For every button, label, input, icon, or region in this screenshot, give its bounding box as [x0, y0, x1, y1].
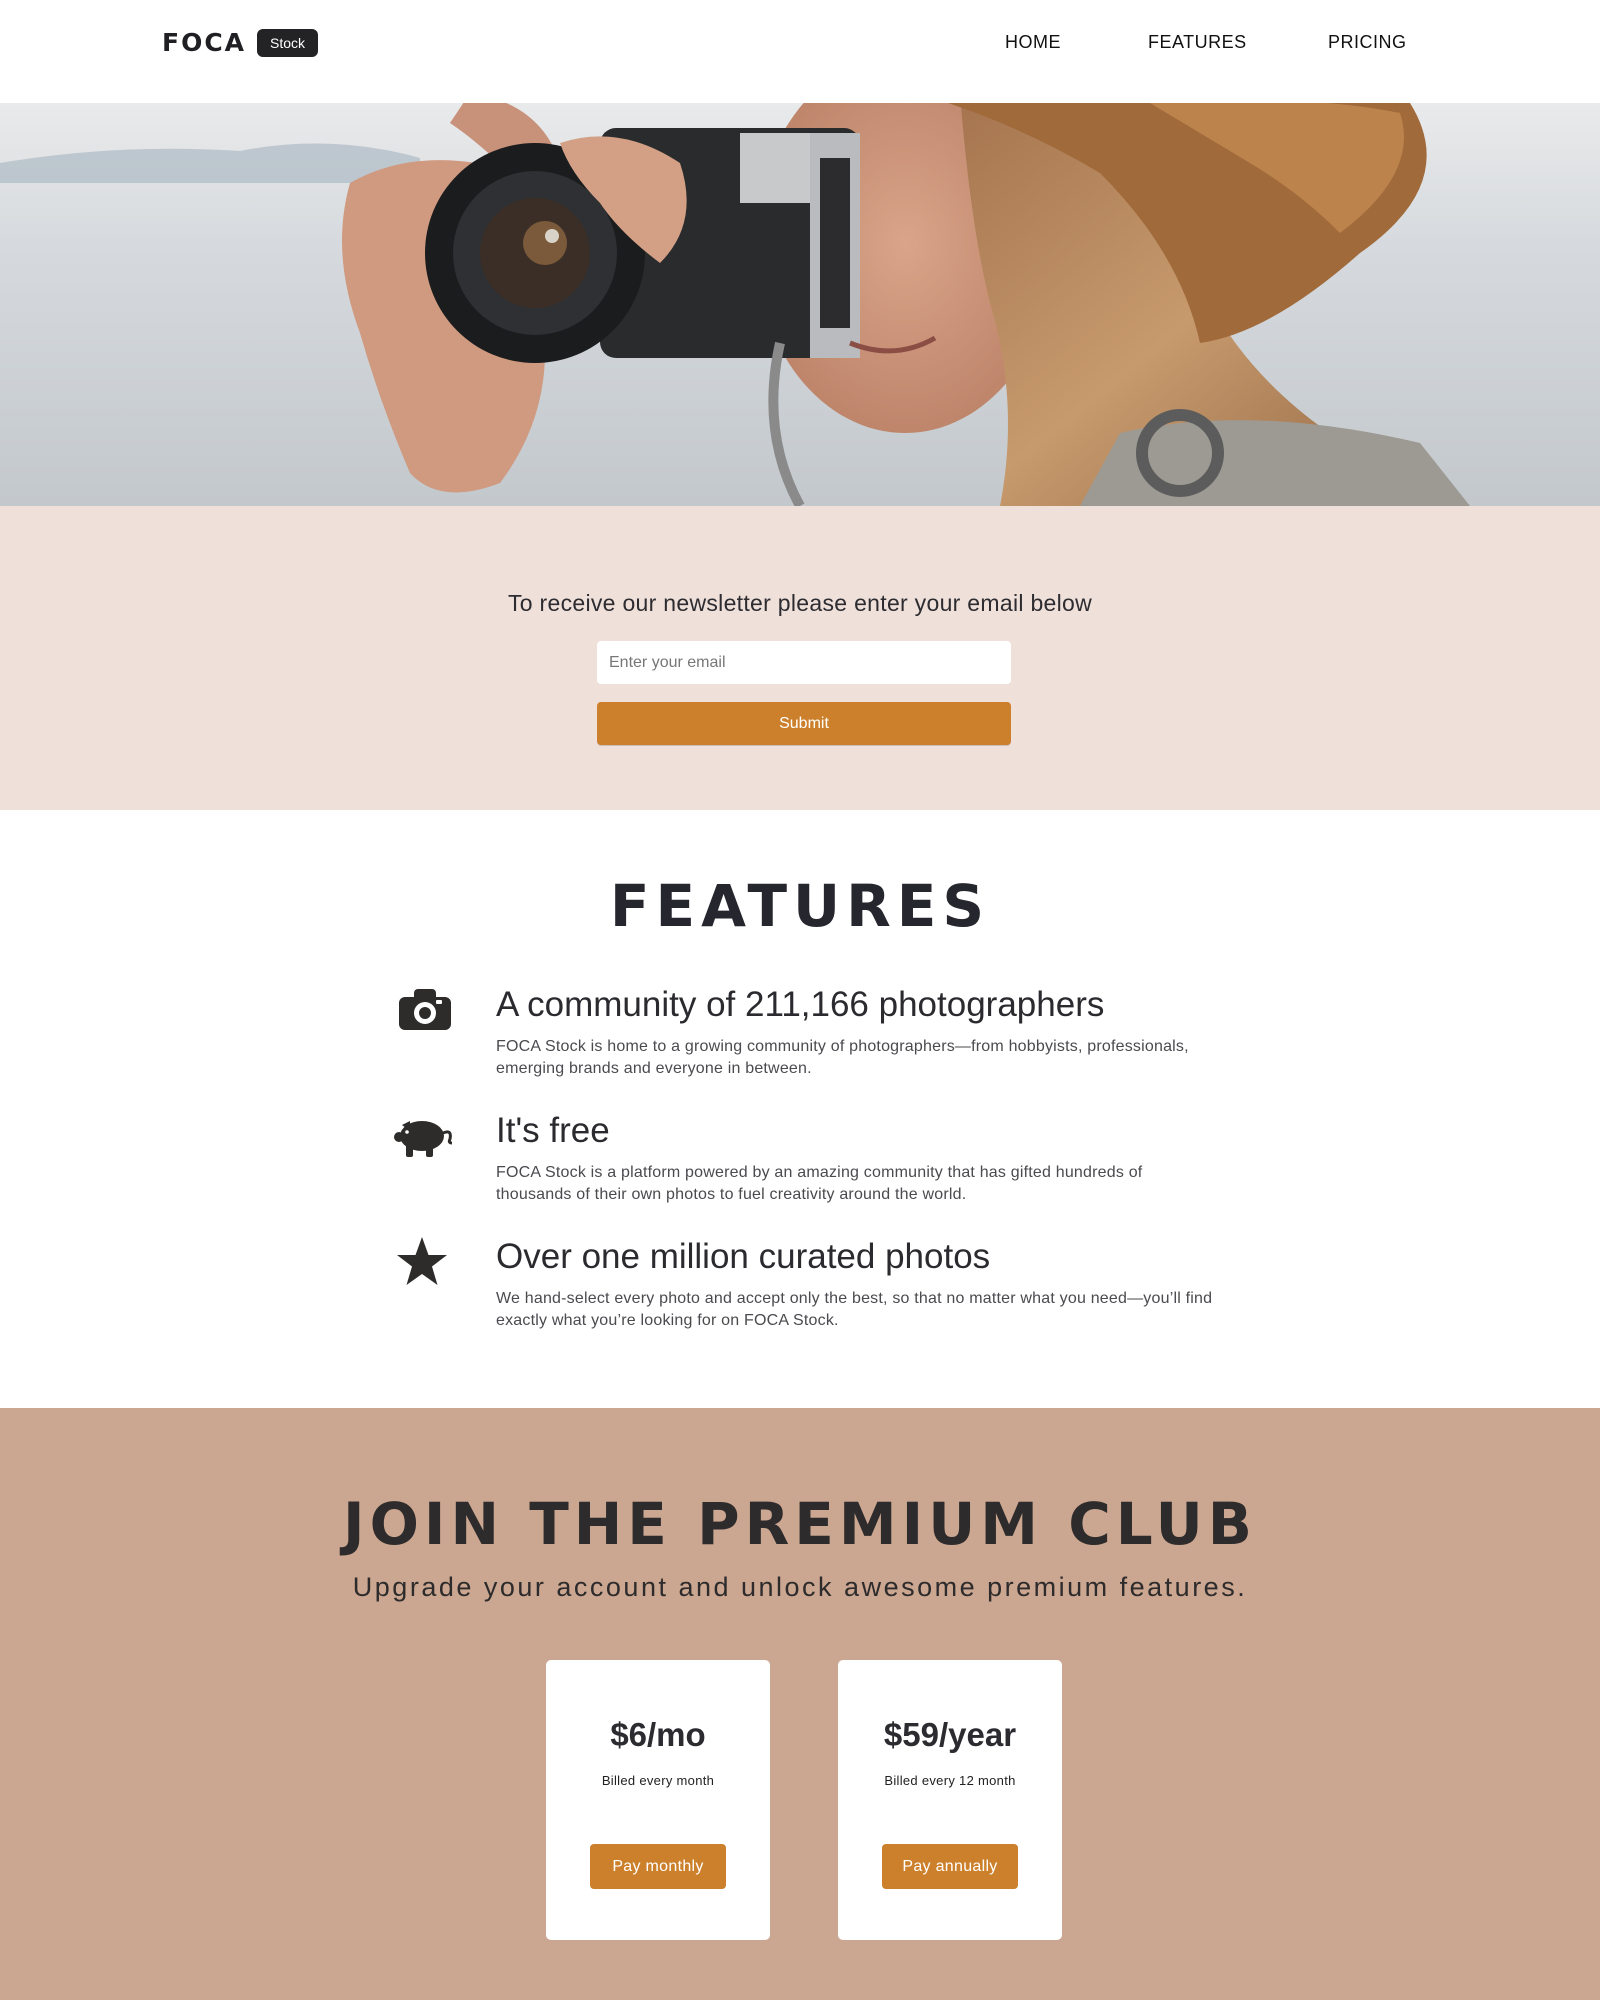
hero-illustration — [0, 103, 1600, 506]
piggy-bank-icon — [390, 1111, 458, 1167]
nav-features[interactable]: FEATURES — [1148, 32, 1247, 53]
feature-text: FOCA Stock is home to a growing communit… — [496, 1038, 1189, 1077]
plan-card-monthly: $6/mo Billed every month Pay monthly — [546, 1660, 770, 1940]
premium-subtitle: Upgrade your account and unlock awesome … — [352, 1572, 1248, 1602]
plan-billing: Billed every month — [601, 1773, 715, 1788]
hero-image — [0, 103, 1600, 506]
feature-text: FOCA Stock is a platform powered by an a… — [496, 1164, 1143, 1203]
pay-annually-button[interactable]: Pay annually — [882, 1844, 1018, 1889]
logo-text: FOCA — [162, 28, 247, 57]
nav-home[interactable]: HOME — [1005, 32, 1061, 53]
plan-card-annual: $59/year Billed every 12 month Pay annua… — [838, 1660, 1062, 1940]
plan-billing: Billed every 12 month — [884, 1773, 1016, 1788]
pay-monthly-button[interactable]: Pay monthly — [590, 1844, 726, 1889]
plan-price: $59/year — [883, 1716, 1017, 1753]
premium-title: JOIN THE PREMIUM CLUB — [343, 1490, 1257, 1558]
nav-pricing[interactable]: PRICING — [1328, 32, 1407, 53]
feature-title: A community of 211,166 photographers — [496, 985, 1105, 1024]
plan-price: $6/mo — [610, 1716, 706, 1753]
logo[interactable]: FOCA Stock — [162, 28, 319, 57]
newsletter-section: To receive our newsletter please enter y… — [0, 506, 1600, 810]
camera-icon — [390, 985, 458, 1041]
premium-section: JOIN THE PREMIUM CLUB Upgrade your accou… — [0, 1408, 1600, 2000]
email-input[interactable] — [597, 641, 1011, 684]
features-title: FEATURES — [609, 872, 991, 940]
feature-text: We hand-select every photo and accept on… — [496, 1290, 1213, 1329]
feature-title: Over one million curated photos — [496, 1237, 991, 1276]
feature-title: It's free — [496, 1111, 610, 1150]
star-icon — [390, 1237, 458, 1293]
newsletter-title: To receive our newsletter please enter y… — [507, 590, 1093, 616]
logo-badge: Stock — [257, 28, 319, 57]
submit-button[interactable]: Submit — [597, 702, 1011, 745]
site-header: FOCA Stock HOME FEATURES PRICING — [0, 0, 1600, 103]
